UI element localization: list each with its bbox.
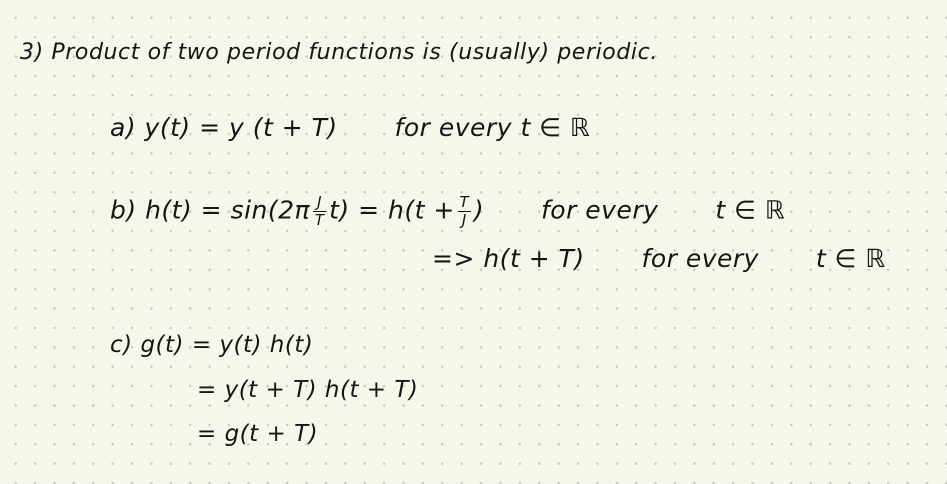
part-c-line-2: = y(t + T) h(t + T) <box>197 377 419 403</box>
part-b-condition2: for every <box>641 244 759 273</box>
fraction-denominator: J <box>461 211 467 229</box>
part-b-domain2: t ∈ ℝ <box>815 244 886 273</box>
part-a-label: a) <box>110 113 137 142</box>
part-b-line: b) h(t) = sin(2π J Tt) = h(t + T J) for ever… <box>110 195 785 228</box>
part-a-line: a) y(t) = y (t + T) for every t ∈ ℝ <box>110 113 590 142</box>
part-b-label: b) <box>110 195 137 225</box>
part-c-equation-1: g(t) = y(t) h(t) <box>140 332 314 358</box>
fraction-j-over-t: JT <box>313 193 327 229</box>
part-c-label: c) <box>110 332 133 358</box>
part-b-close: ) <box>473 195 485 225</box>
part-a-condition: for every <box>394 113 512 142</box>
part-b-mid: t) = h(t + <box>329 195 455 225</box>
fraction-t-over-j: TJ <box>457 193 471 229</box>
part-b-domain: t ∈ ℝ <box>715 195 786 225</box>
part-b-implication-line: => h(t + T) for every t ∈ ℝ <box>432 244 886 273</box>
problem-title: 3) Product of two period functions is (u… <box>20 40 658 65</box>
fraction-denominator: T <box>314 211 325 229</box>
part-a-equation: y(t) = y (t + T) <box>144 113 338 142</box>
fraction-numerator: J <box>317 193 323 211</box>
part-b-lhs: h(t) = sin(2π <box>145 195 311 225</box>
fraction-numerator: T <box>459 193 470 211</box>
part-b-implies: => h(t + T) <box>432 244 585 273</box>
part-c-line-1: c) g(t) = y(t) h(t) <box>110 332 313 358</box>
part-b-condition: for every <box>540 195 659 225</box>
part-a-domain: t ∈ ℝ <box>520 113 591 142</box>
part-c-line-3: = g(t + T) <box>197 421 319 447</box>
